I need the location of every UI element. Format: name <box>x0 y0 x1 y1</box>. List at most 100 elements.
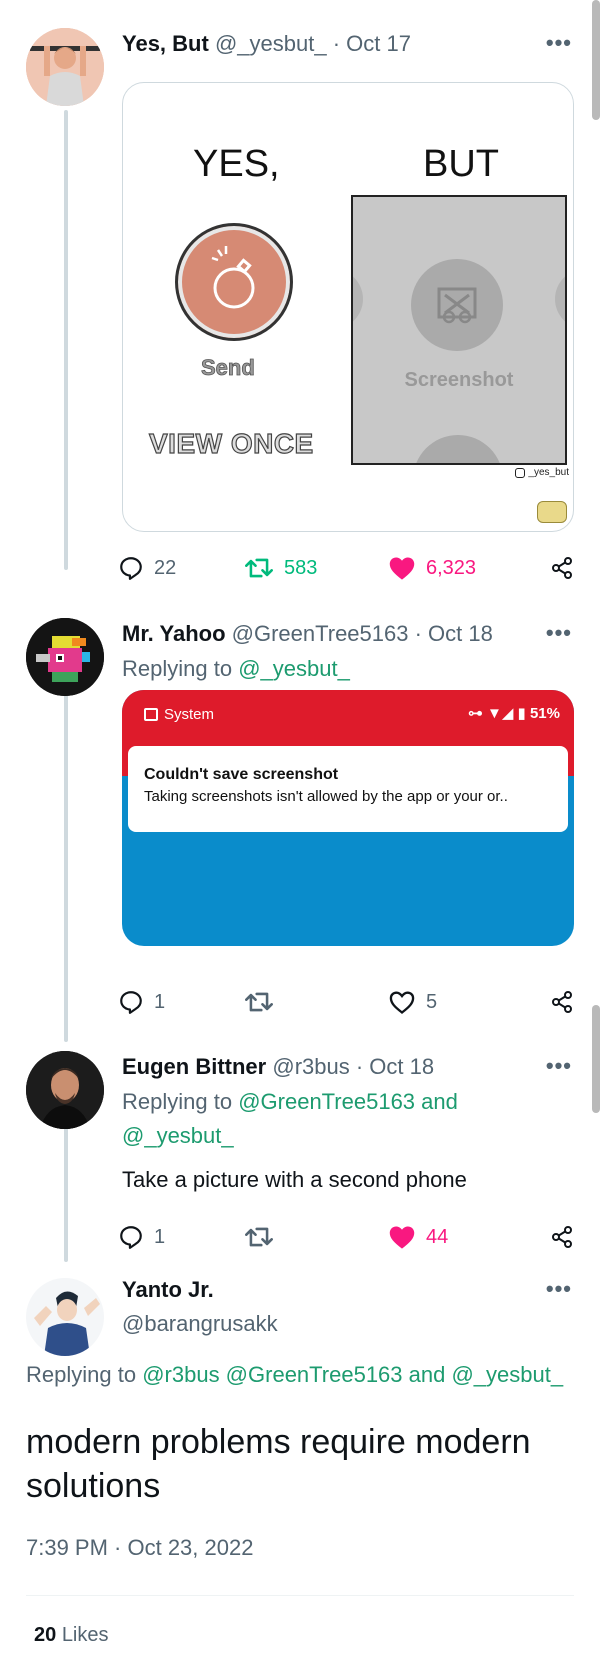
date[interactable]: · Oct 17 <box>333 31 411 56</box>
reply-button[interactable]: 1 <box>118 982 165 1022</box>
like-count: 6,323 <box>426 556 477 579</box>
replying-to: Replying to @_yesbut_ <box>122 652 580 686</box>
instagram-credit: _yes_but <box>515 467 569 478</box>
tweet-eugen[interactable]: Eugen Bittner @r3bus · Oct 18 ••• Replyi… <box>0 1043 600 1249</box>
retweet-button[interactable] <box>244 1217 274 1257</box>
like-button[interactable]: 6,323 <box>388 548 476 588</box>
heart-filled-icon <box>389 1226 415 1249</box>
credit-text: _yes_but <box>528 467 569 478</box>
date[interactable]: · Oct 18 <box>415 621 493 646</box>
divider <box>26 1595 574 1596</box>
date[interactable]: · Oct 18 <box>356 1054 434 1079</box>
like-button[interactable]: 5 <box>388 982 437 1022</box>
screenshot-disabled-icon <box>411 259 503 351</box>
status-icons: ⊶ ▼◢ ▮ <box>467 705 530 722</box>
replying-prefix: Replying to <box>26 1362 137 1387</box>
share-button[interactable] <box>550 982 574 1022</box>
view-once-label: VIEW ONCE <box>148 427 314 459</box>
reply-icon <box>120 557 142 580</box>
main-handle-row: @barangrusakk <box>122 1310 580 1338</box>
heart-filled-icon <box>389 557 415 580</box>
handle[interactable]: @r3bus <box>272 1054 349 1079</box>
tweet-header: Mr. Yahoo @GreenTree5163 · Oct 18 <box>122 620 580 648</box>
share-button[interactable] <box>550 1217 574 1257</box>
reply-count: 1 <box>154 1225 166 1248</box>
more-icon[interactable]: ••• <box>546 620 572 646</box>
share-button[interactable] <box>550 548 574 588</box>
phone-screenshot-illustration: Screenshot <box>351 195 567 465</box>
handle[interactable]: @GreenTree5163 <box>232 621 409 646</box>
shape <box>555 269 565 329</box>
mention-link[interactable]: @_yesbut_ <box>238 656 350 681</box>
reply-count: 22 <box>154 556 177 579</box>
notification-body: Taking screenshots isn't allowed by the … <box>144 788 508 805</box>
more-icon[interactable]: ••• <box>546 30 572 56</box>
mention-link[interactable]: @_yesbut_ <box>122 1123 234 1148</box>
meme-image[interactable]: YES, BUT Send VIEW ONCE Screenshot _yes_… <box>122 82 574 532</box>
reply-button[interactable]: 1 <box>118 1217 165 1257</box>
status-indicators: ⊶ ▼◢ ▮ 51% <box>468 704 560 722</box>
meme-caption-yes: YES, <box>193 143 280 185</box>
mention-link[interactable]: @GreenTree5163 <box>238 1089 415 1114</box>
send-label: Send <box>201 355 256 381</box>
shape <box>413 435 503 463</box>
replying-and: and <box>421 1089 458 1114</box>
reply-count: 1 <box>154 990 166 1013</box>
heart-outline-icon <box>389 991 415 1014</box>
shape <box>353 269 363 329</box>
tweet-mryahoo[interactable]: Mr. Yahoo @GreenTree5163 · Oct 18 ••• Re… <box>0 610 600 1030</box>
notification-title: Couldn't save screenshot <box>144 766 339 783</box>
replying-prefix: Replying to <box>122 656 233 681</box>
reply-icon <box>120 1226 142 1249</box>
sticker-badge-icon <box>537 501 567 523</box>
display-name[interactable]: Yes, But <box>122 31 209 56</box>
display-name[interactable]: Eugen Bittner <box>122 1054 266 1079</box>
notification-card: Couldn't save screenshot Taking screensh… <box>128 746 568 832</box>
retweet-icon <box>245 992 273 1012</box>
main-tweet-text: modern problems require modern solutions <box>26 1423 531 1505</box>
tweet-actions: 1 44 <box>118 1217 580 1257</box>
meme-caption-but: BUT <box>423 143 499 185</box>
instagram-icon <box>515 467 526 478</box>
avatar[interactable] <box>26 1278 104 1356</box>
timestamp[interactable]: 7:39 PM · Oct 23, 2022 <box>26 1535 253 1561</box>
bomb-send-button-illustration <box>175 223 293 341</box>
replying-to: Replying to @r3bus @GreenTree5163 and @_… <box>26 1362 563 1388</box>
like-count: 5 <box>426 990 438 1013</box>
display-name[interactable]: Yanto Jr. <box>122 1276 580 1304</box>
retweet-icon <box>245 1227 273 1247</box>
avatar[interactable] <box>26 618 104 696</box>
handle[interactable]: @_yesbut_ <box>215 31 327 56</box>
likes-count: 20 <box>34 1624 57 1646</box>
share-icon <box>552 557 572 579</box>
avatar[interactable] <box>26 28 104 106</box>
battery-level: 51% <box>529 705 560 722</box>
share-icon <box>552 991 572 1013</box>
tweet-yesbut[interactable]: Yes, But @_yesbut_ · Oct 17 ••• YES, BUT… <box>0 0 600 600</box>
more-icon[interactable]: ••• <box>546 1053 572 1079</box>
display-name[interactable]: Mr. Yahoo <box>122 621 226 646</box>
avatar[interactable] <box>26 1051 104 1129</box>
share-icon <box>552 1226 572 1248</box>
likes-summary[interactable]: 20 Likes <box>34 1624 109 1647</box>
mention-links[interactable]: @r3bus @GreenTree5163 and @_yesbut_ <box>142 1362 563 1387</box>
screenshot-label: Screenshot <box>404 369 514 391</box>
retweet-button[interactable]: 583 <box>244 548 317 588</box>
retweet-icon <box>245 558 273 578</box>
replying-to: Replying to @GreenTree5163 and @_yesbut_ <box>122 1085 580 1153</box>
system-label: System <box>164 706 215 723</box>
likes-label: Likes <box>61 1624 109 1646</box>
tweet-header: Yes, But @_yesbut_ · Oct 17 <box>122 30 580 58</box>
retweet-count: 583 <box>284 556 318 579</box>
reply-button[interactable]: 22 <box>118 548 176 588</box>
replying-prefix: Replying to <box>122 1089 233 1114</box>
like-button[interactable]: 44 <box>388 1217 448 1257</box>
main-header: Yanto Jr. <box>122 1276 580 1304</box>
retweet-button[interactable] <box>244 982 274 1022</box>
reply-icon <box>120 991 142 1014</box>
system-app-icon <box>144 708 158 721</box>
tweet-actions: 22 583 6,323 <box>118 548 580 588</box>
attached-screenshot[interactable]: System ⊶ ▼◢ ▮ 51% Couldn't save screensh… <box>122 690 574 946</box>
more-icon[interactable]: ••• <box>546 1276 572 1302</box>
handle[interactable]: @barangrusakk <box>122 1310 580 1338</box>
